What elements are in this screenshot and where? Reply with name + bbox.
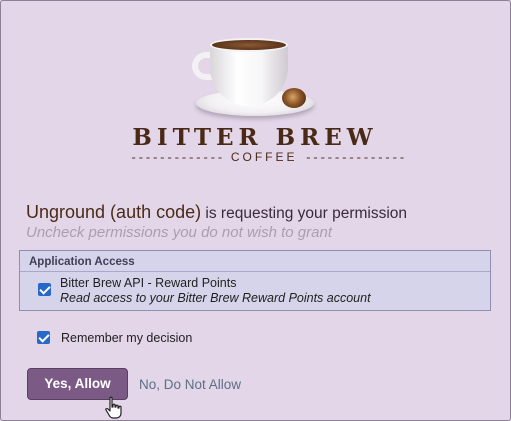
request-heading: Unground (auth code) is requesting your … (26, 202, 407, 223)
application-access-box: Application Access Bitter Brew API - Rew… (19, 250, 491, 311)
brand-name: BITTER BREW (132, 124, 378, 151)
remember-checkbox[interactable] (37, 331, 50, 344)
request-text: is requesting your permission (201, 205, 408, 222)
brand-subtitle-rule-left: ------------- (130, 151, 224, 165)
deny-link[interactable]: No, Do Not Allow (139, 377, 241, 392)
permission-description: Read access to your Bitter Brew Reward P… (60, 291, 371, 305)
brand-subtitle-word: COFFEE (230, 150, 298, 164)
application-access-title: Application Access (29, 256, 135, 268)
brand-subtitle: ------------- COFFEE -------------- (130, 150, 406, 165)
remember-label: Remember my decision (61, 331, 193, 345)
permission-name: Bitter Brew API - Reward Points (60, 276, 237, 290)
app-name: Unground (auth code) (26, 202, 202, 222)
request-hint: Uncheck permissions you do not wish to g… (26, 224, 332, 241)
brand-subtitle-rule-right: -------------- (304, 151, 406, 165)
box-divider (20, 271, 490, 272)
hand-cursor-icon (105, 396, 122, 419)
coffee-cup-icon (190, 30, 322, 122)
reward-points-checkbox[interactable] (38, 283, 51, 296)
